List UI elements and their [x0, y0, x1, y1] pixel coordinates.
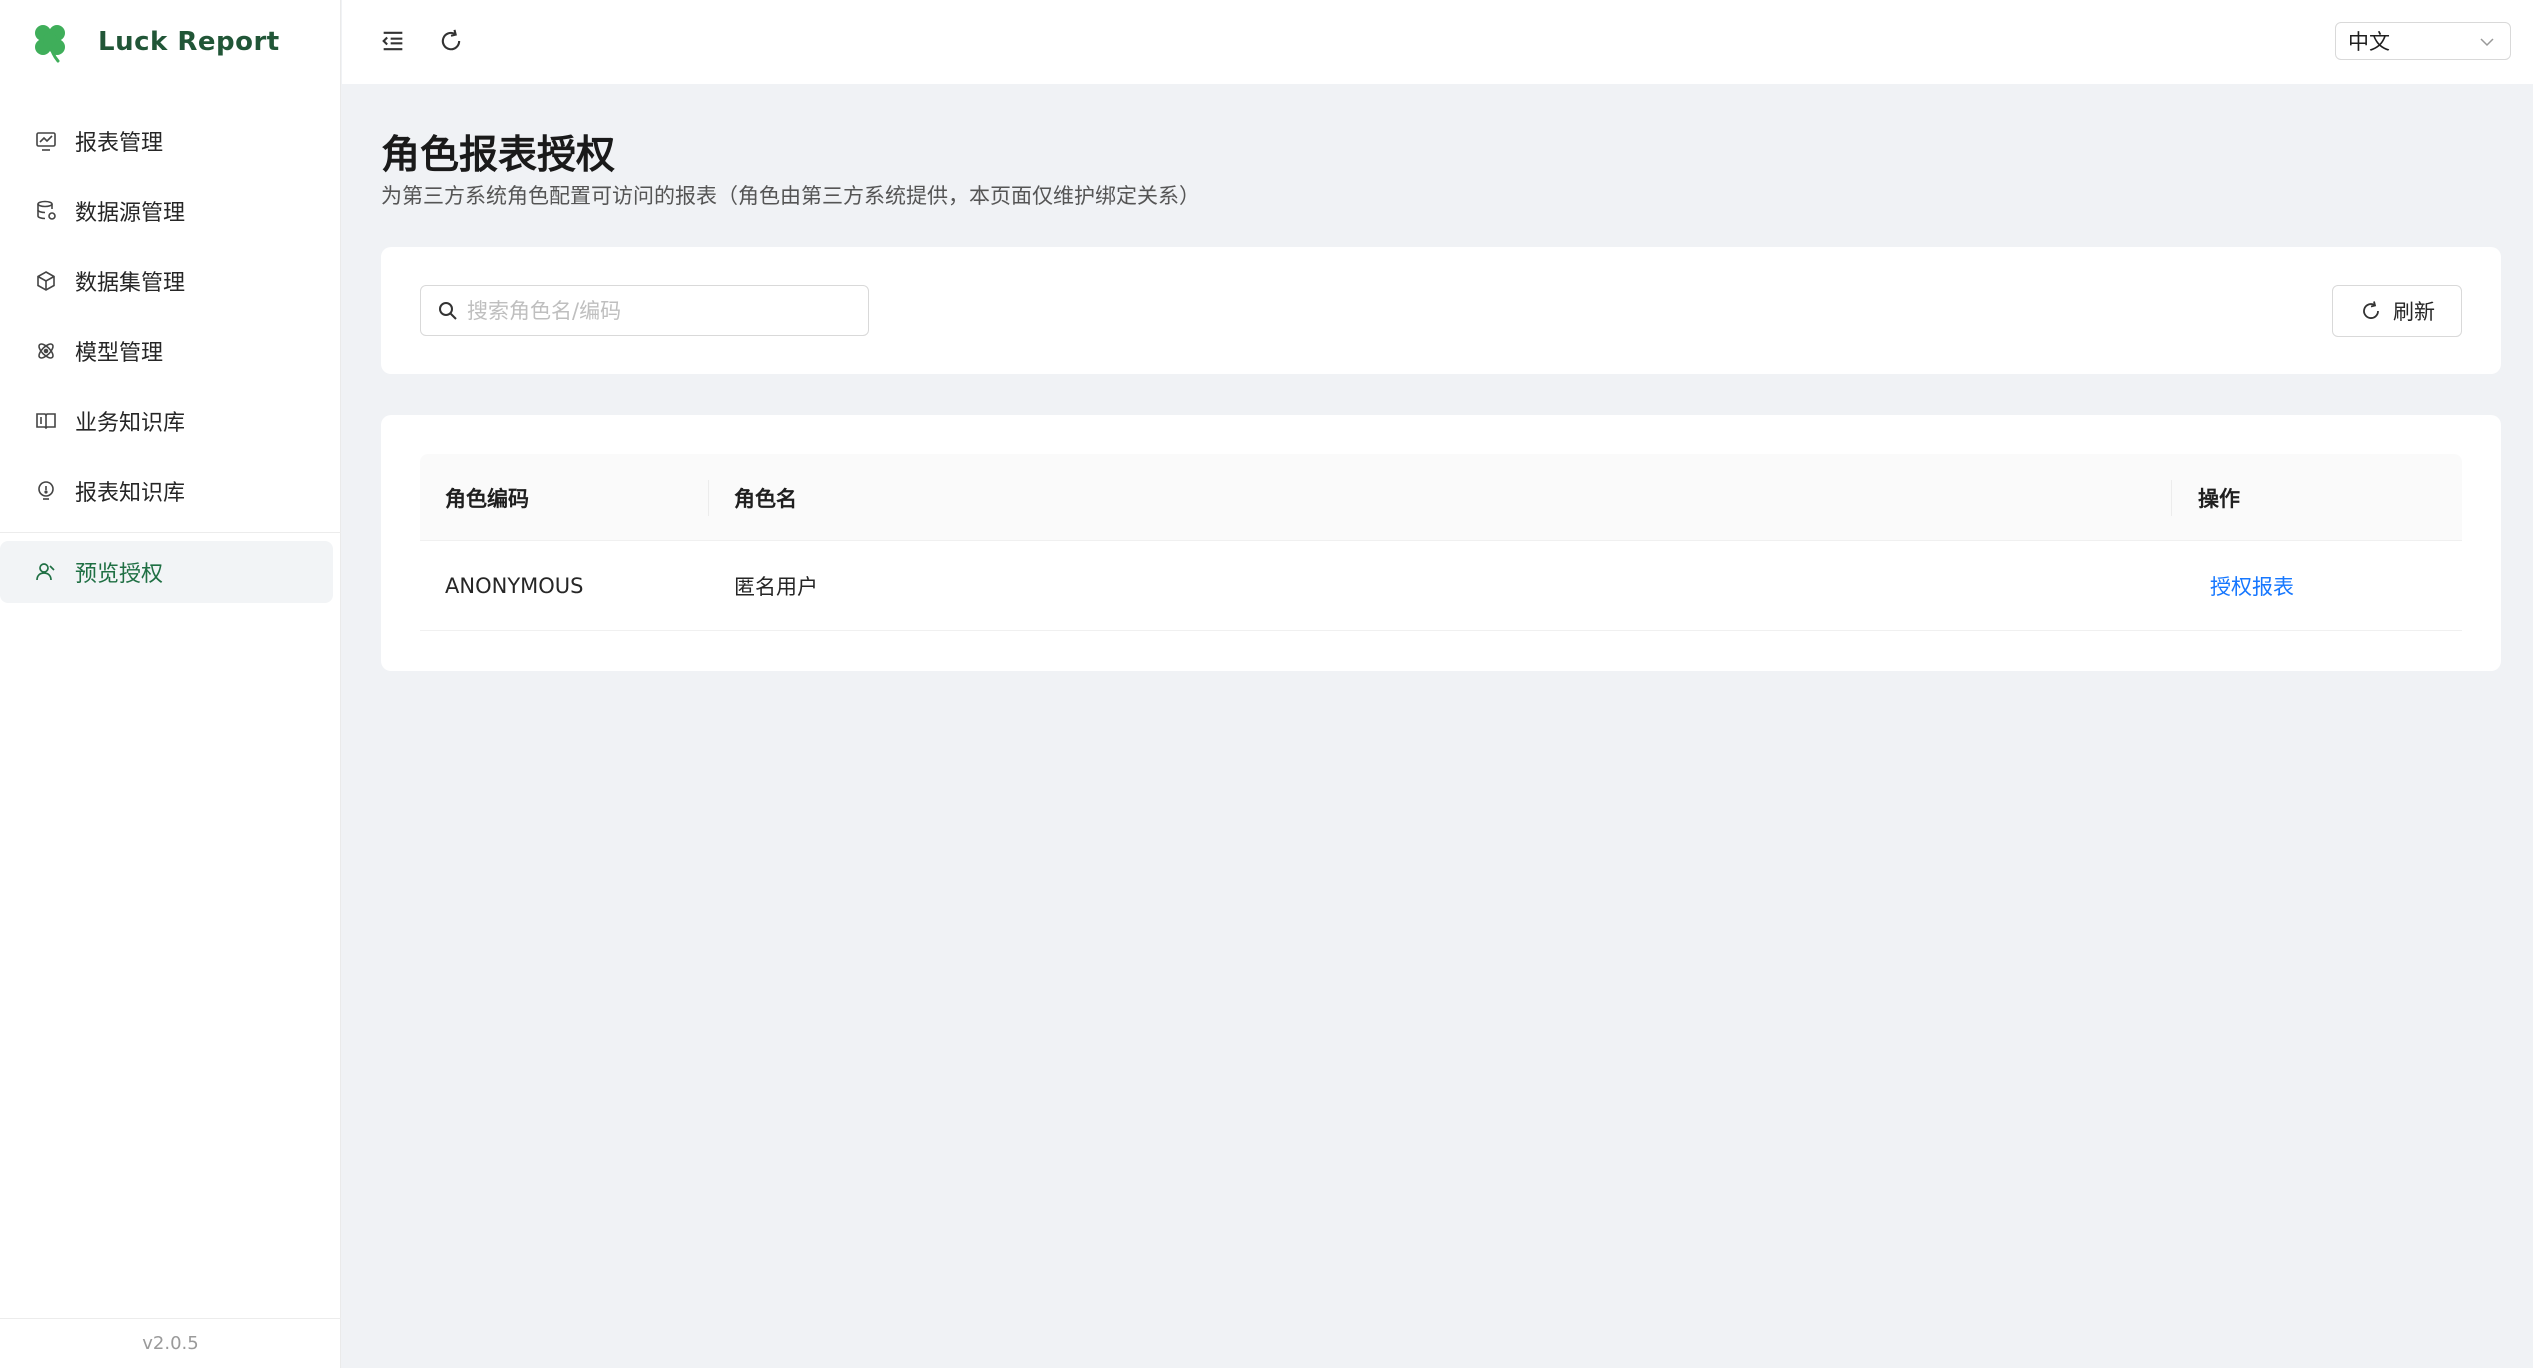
- top-bar: 中文: [342, 0, 2533, 84]
- menu-divider: [0, 532, 341, 533]
- search-box[interactable]: [420, 285, 869, 336]
- cube-icon: [34, 269, 58, 293]
- sidebar-item-label: 数据源管理: [75, 201, 186, 226]
- sidebar-item-label: 预览授权: [75, 562, 164, 587]
- role-code-cell: ANONYMOUS: [445, 574, 584, 598]
- clover-logo-icon: [35, 25, 65, 63]
- database-icon: [34, 199, 58, 223]
- reload-icon[interactable]: [432, 22, 470, 60]
- column-separator: [708, 480, 709, 516]
- sidebar-item-label: 数据集管理: [75, 271, 186, 296]
- refresh-button-label: 刷新: [2393, 300, 2435, 324]
- user-icon: [34, 560, 58, 584]
- sidebar-item-report-management[interactable]: 报表管理: [0, 106, 341, 176]
- page-title: 角色报表授权: [381, 133, 616, 178]
- sidebar-item-label: 报表知识库: [75, 481, 186, 506]
- authorize-report-link[interactable]: 授权报表: [2210, 541, 2294, 631]
- sidebar-item-label: 模型管理: [75, 341, 164, 366]
- sidebar-item-preview-authorization[interactable]: 预览授权: [0, 541, 333, 603]
- column-separator: [2171, 480, 2172, 516]
- column-header-role-name: 角色名: [734, 486, 797, 511]
- page-subtitle: 为第三方系统角色配置可访问的报表（角色由第三方系统提供，本页面仅维护绑定关系）: [381, 184, 1200, 208]
- search-card: 刷新: [381, 247, 2501, 374]
- sidebar-menu: 报表管理 数据源管理 数据集管理 模型管理 业务知识库 报表知识库 预览授权: [0, 106, 341, 603]
- brand[interactable]: Luck Report: [28, 18, 280, 66]
- refresh-button[interactable]: 刷新: [2332, 285, 2462, 337]
- main-content: 角色报表授权 为第三方系统角色配置可访问的报表（角色由第三方系统提供，本页面仅维…: [342, 84, 2533, 1368]
- lightbulb-icon: [34, 479, 58, 503]
- sidebar-item-label: 业务知识库: [75, 411, 186, 436]
- sidebar-item-report-knowledge[interactable]: 报表知识库: [0, 456, 341, 526]
- search-icon: [439, 301, 457, 320]
- sidebar: Luck Report 报表管理 数据源管理 数据集管理 模型管理 业务知识库 …: [0, 0, 341, 1368]
- sidebar-item-datasource-management[interactable]: 数据源管理: [0, 176, 341, 246]
- table-row: ANONYMOUS 匿名用户 授权报表: [420, 541, 2462, 631]
- atom-icon: [34, 339, 58, 363]
- roles-table: 角色编码 角色名 操作 ANONYMOUS 匿名用户 授权报表: [420, 454, 2462, 631]
- version-label: v2.0.5: [0, 1318, 341, 1368]
- column-header-role-code: 角色编码: [445, 486, 529, 511]
- collapse-menu-icon[interactable]: [374, 22, 412, 60]
- sidebar-item-dataset-management[interactable]: 数据集管理: [0, 246, 341, 316]
- sidebar-item-label: 报表管理: [75, 131, 164, 156]
- language-value: 中文: [2348, 30, 2390, 54]
- book-icon: [34, 409, 58, 433]
- sidebar-item-business-knowledge[interactable]: 业务知识库: [0, 386, 341, 456]
- column-header-action: 操作: [2198, 486, 2240, 511]
- table-header: 角色编码 角色名 操作: [420, 454, 2462, 541]
- role-name-cell: 匿名用户: [734, 575, 818, 599]
- chevron-down-icon: [2480, 38, 2494, 47]
- language-select[interactable]: 中文: [2335, 22, 2511, 60]
- search-input[interactable]: [467, 298, 847, 323]
- chart-board-icon: [34, 129, 58, 153]
- table-card: 角色编码 角色名 操作 ANONYMOUS 匿名用户 授权报表: [381, 415, 2501, 671]
- sidebar-item-model-management[interactable]: 模型管理: [0, 316, 341, 386]
- brand-name: Luck Report: [98, 27, 280, 57]
- refresh-icon: [2363, 301, 2379, 319]
